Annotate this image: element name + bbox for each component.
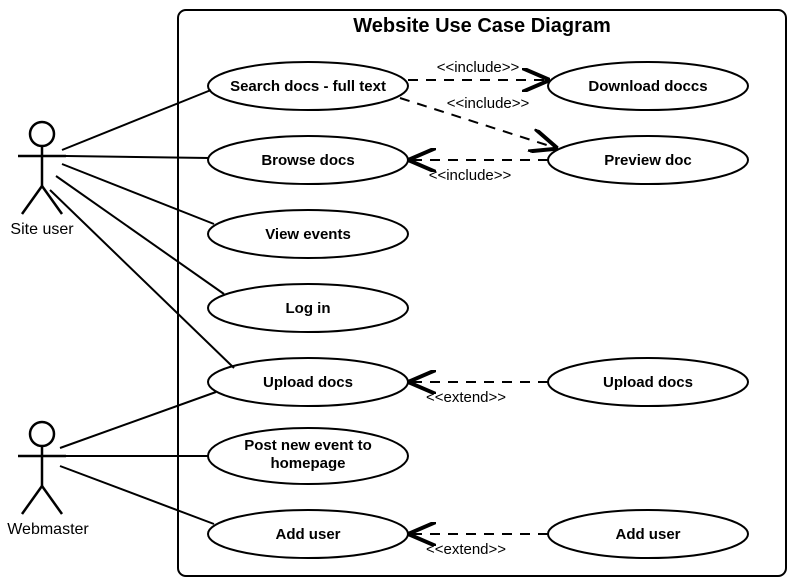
dep-search-preview-label: <<include>> (447, 95, 530, 112)
usecase-preview: Preview doc (548, 136, 748, 184)
dep-search-preview: <<include>> (400, 95, 556, 148)
usecase-login: Log in (208, 284, 408, 332)
usecase-search: Search docs - full text (208, 62, 408, 110)
actor-site-user: Site user (10, 122, 74, 238)
usecase-post-event: Post new event to homepage (208, 428, 408, 484)
dep-upload-extend-label: <<extend>> (426, 389, 506, 406)
dep-upload-extend: <<extend>> (410, 382, 548, 406)
stick-figure-icon (18, 122, 66, 214)
usecase-browse: Browse docs (208, 136, 408, 184)
usecase-search-label: Search docs - full text (230, 78, 386, 95)
diagram-title: Website Use Case Diagram (353, 15, 611, 37)
usecase-upload: Upload docs (208, 358, 408, 406)
use-case-diagram: Website Use Case Diagram Site user Webma… (0, 0, 800, 582)
assoc-site-user (50, 90, 234, 368)
dep-preview-browse: <<include>> (410, 160, 548, 184)
actor-webmaster: Webmaster (7, 422, 89, 538)
usecase-browse-label: Browse docs (261, 152, 354, 169)
actor-webmaster-label: Webmaster (7, 521, 89, 538)
usecase-add-user: Add user (208, 510, 408, 558)
dep-adduser-extend: <<extend>> (410, 534, 548, 558)
actor-site-user-label: Site user (10, 221, 74, 238)
usecase-post-event-label-2: homepage (270, 455, 345, 472)
usecase-download-label: Download doccs (588, 78, 707, 95)
usecase-view-events-label: View events (265, 226, 351, 243)
usecase-add-user-label: Add user (275, 526, 340, 543)
dep-preview-browse-label: <<include>> (429, 167, 512, 184)
dep-search-download-label: <<include>> (437, 59, 520, 76)
usecase-upload-ext-label: Upload docs (603, 374, 693, 391)
stick-figure-icon (18, 422, 66, 514)
usecase-add-user-ext-label: Add user (615, 526, 680, 543)
assoc-webmaster (60, 392, 216, 524)
dep-search-download: <<include>> (408, 59, 548, 80)
usecase-upload-label: Upload docs (263, 374, 353, 391)
dep-adduser-extend-label: <<extend>> (426, 541, 506, 558)
usecase-download: Download doccs (548, 62, 748, 110)
usecase-upload-ext: Upload docs (548, 358, 748, 406)
usecase-add-user-ext: Add user (548, 510, 748, 558)
usecase-view-events: View events (208, 210, 408, 258)
usecase-preview-label: Preview doc (604, 152, 692, 169)
usecase-login-label: Log in (286, 300, 331, 317)
usecase-post-event-label-1: Post new event to (244, 437, 372, 454)
